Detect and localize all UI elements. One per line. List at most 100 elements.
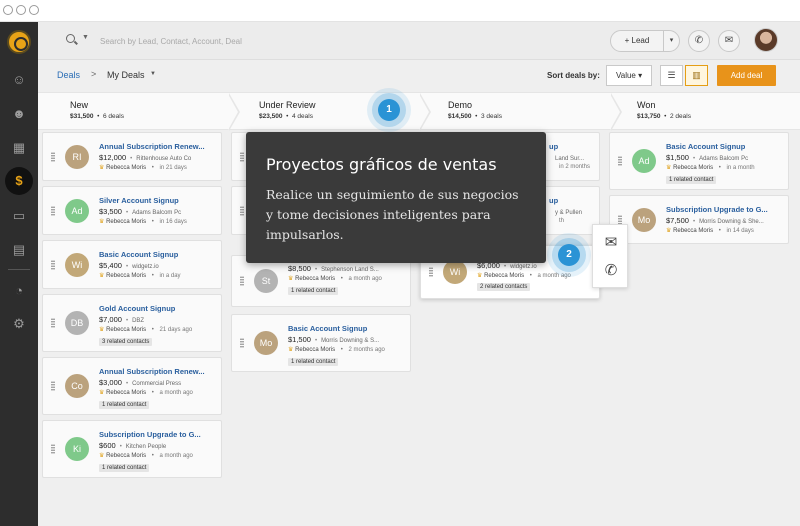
phone-icon[interactable]: ✆ — [601, 261, 621, 281]
deal-title[interactable]: Annual Subscription Renew... — [99, 367, 211, 376]
mail-icon[interactable]: ✉ — [601, 233, 621, 253]
board-view-icon[interactable]: ▥ — [685, 65, 708, 86]
calendar-icon[interactable]: ▤ — [9, 240, 29, 260]
deal-card[interactable]: Ad Basic Account Signup $1,500 • Adams Bal… — [609, 132, 789, 190]
deal-card[interactable]: RI Annual Subscription Renew... $12,000 •… — [42, 132, 222, 181]
deal-owner: ♛ Rebecca Moris • a month ago — [288, 276, 382, 282]
add-menu-caret-icon[interactable]: ▾ — [663, 31, 679, 51]
deal-owner: ♛ Rebecca Moris • 21 days ago — [99, 327, 193, 333]
settings-icon[interactable]: ⚙ — [9, 314, 29, 334]
app-logo[interactable] — [7, 30, 31, 54]
deal-title[interactable]: Silver Account Signup — [99, 196, 211, 205]
phone-icon[interactable]: ✆ — [688, 30, 710, 52]
deal-card[interactable]: DB Gold Account Signup $7,000 • DBZ ♛ Rebe… — [42, 294, 222, 352]
add-lead-group: + Lead ▾ — [610, 30, 680, 52]
deal-title[interactable]: Annual Subscription Renew... — [99, 142, 211, 151]
owner-crown-icon: ♛ — [99, 165, 105, 171]
deal-owner: ♛ Rebecca Moris • in a day — [99, 273, 181, 279]
avatar: Wi — [65, 252, 89, 277]
deal-title[interactable]: up — [549, 196, 599, 205]
mail-icon[interactable]: ✉ — [718, 30, 740, 52]
search-input[interactable] — [100, 33, 400, 49]
related-contacts-tag[interactable]: 1 related contact — [99, 464, 150, 472]
deal-title[interactable]: Subscription Upgrade to G... — [666, 205, 778, 214]
drag-handle-icon[interactable] — [240, 338, 244, 348]
chat-icon[interactable]: ▭ — [9, 206, 29, 226]
drag-handle-icon[interactable] — [51, 444, 55, 454]
deal-title[interactable]: up — [549, 142, 599, 151]
drag-handle-icon[interactable] — [618, 214, 622, 225]
chevron-down-icon[interactable]: ▼ — [150, 71, 156, 77]
stage-demo[interactable]: Demo $14,500 • 3 deals — [432, 93, 612, 131]
deal-card[interactable]: Wi Basic Account Signup $5,400 • widgetz.i… — [42, 240, 222, 289]
drag-handle-icon[interactable] — [51, 259, 55, 270]
deal-title[interactable]: Basic Account Signup — [99, 250, 211, 259]
pipeline-stages: New $31,500 • 6 deals Under Review $23,5… — [38, 92, 800, 131]
stage-divider — [419, 93, 431, 131]
owner-crown-icon: ♛ — [99, 219, 105, 225]
contacts-icon[interactable]: ☻ — [9, 104, 29, 124]
deal-title[interactable]: Subscription Upgrade to G... — [99, 430, 211, 439]
drag-handle-icon[interactable] — [240, 205, 244, 216]
owner-crown-icon: ♛ — [666, 228, 672, 234]
sales-nav-icon[interactable]: ☺ — [9, 70, 29, 90]
add-lead-button[interactable]: + Lead — [611, 31, 663, 51]
avatar: Ad — [65, 198, 89, 223]
search-scope-caret-icon[interactable]: ▼ — [82, 34, 89, 41]
deal-owner: ♛ Rebecca Moris • in 14 days — [666, 228, 754, 234]
tour-hotspot-1[interactable]: 1 — [378, 99, 400, 121]
drag-handle-icon[interactable] — [240, 276, 244, 286]
deal-card[interactable]: Ki Subscription Upgrade to G... $600 • Kit… — [42, 420, 222, 478]
deals-icon[interactable]: $ — [5, 167, 33, 195]
deal-title[interactable]: Gold Account Signup — [99, 304, 211, 313]
deal-owner: ♛ Rebecca Moris • in a month — [666, 165, 755, 171]
breadcrumb-current[interactable]: My Deals — [107, 70, 145, 80]
search-icon[interactable] — [66, 34, 75, 43]
related-contacts-tag[interactable]: 1 related contact — [666, 176, 717, 184]
deal-card[interactable]: Ad Silver Account Signup $3,500 • Adams Ba… — [42, 186, 222, 235]
drag-handle-icon[interactable] — [240, 151, 244, 162]
deal-card[interactable]: Mo Basic Account Signup $1,500 • Morris Do… — [231, 314, 411, 372]
stage-summary: $14,500 • 3 deals — [448, 113, 502, 120]
breadcrumb-deals-link[interactable]: Deals — [57, 70, 80, 80]
deal-title[interactable]: Basic Account Signup — [288, 324, 400, 333]
deal-card[interactable]: Mo Subscription Upgrade to G... $7,500 • M… — [609, 195, 789, 244]
deal-title[interactable]: Basic Account Signup — [666, 142, 778, 151]
deal-value: $3,500 • Adams Balcom Pc — [99, 207, 182, 216]
stage-summary: $31,500 • 6 deals — [70, 113, 124, 120]
related-contacts-tag[interactable]: 2 related contacts — [477, 283, 531, 291]
tour-hotspot-2[interactable]: 2 — [558, 244, 580, 266]
maximize-window-button[interactable] — [29, 5, 39, 15]
drag-handle-icon[interactable] — [618, 156, 622, 166]
deal-card[interactable]: Co Annual Subscription Renew... $3,000 • C… — [42, 357, 222, 415]
related-contacts-tag[interactable]: 3 related contacts — [99, 338, 153, 346]
drag-handle-icon[interactable] — [51, 151, 55, 162]
add-deal-button[interactable]: Add deal — [717, 65, 776, 86]
owner-crown-icon: ♛ — [99, 453, 105, 459]
feature-tooltip: Proyectos gráficos de ventas Realice un … — [246, 132, 546, 263]
stage-won[interactable]: Won $13,750 • 2 deals — [623, 93, 800, 131]
sort-select[interactable]: Value ▾ — [606, 65, 652, 86]
minimize-window-button[interactable] — [16, 5, 26, 15]
stage-name: Under Review — [259, 100, 316, 110]
related-contacts-tag[interactable]: 1 related contact — [288, 287, 339, 295]
deal-due: in 2 months — [559, 164, 591, 170]
sort-label: Sort deals by: — [547, 71, 600, 80]
avatar: Wi — [443, 260, 467, 284]
close-window-button[interactable] — [3, 5, 13, 15]
reports-icon[interactable]: ◔ — [9, 281, 29, 301]
list-view-icon[interactable]: ☰ — [660, 65, 683, 86]
related-contacts-tag[interactable]: 1 related contact — [288, 358, 339, 366]
deal-value: $8,500 • Stephenson Land S... — [288, 264, 379, 273]
drag-handle-icon[interactable] — [51, 381, 55, 391]
related-contacts-tag[interactable]: 1 related contact — [99, 401, 150, 409]
stage-new[interactable]: New $31,500 • 6 deals — [38, 93, 228, 131]
breadcrumb-separator: > — [91, 69, 97, 79]
deal-owner: ♛ Rebecca Moris • a month ago — [99, 453, 193, 459]
column-new: RI Annual Subscription Renew... $12,000 •… — [42, 130, 224, 526]
drag-handle-icon[interactable] — [51, 205, 55, 216]
drag-handle-icon[interactable] — [429, 267, 433, 277]
accounts-icon[interactable]: ▦ — [9, 138, 29, 158]
drag-handle-icon[interactable] — [51, 318, 55, 328]
user-avatar[interactable] — [754, 28, 778, 52]
